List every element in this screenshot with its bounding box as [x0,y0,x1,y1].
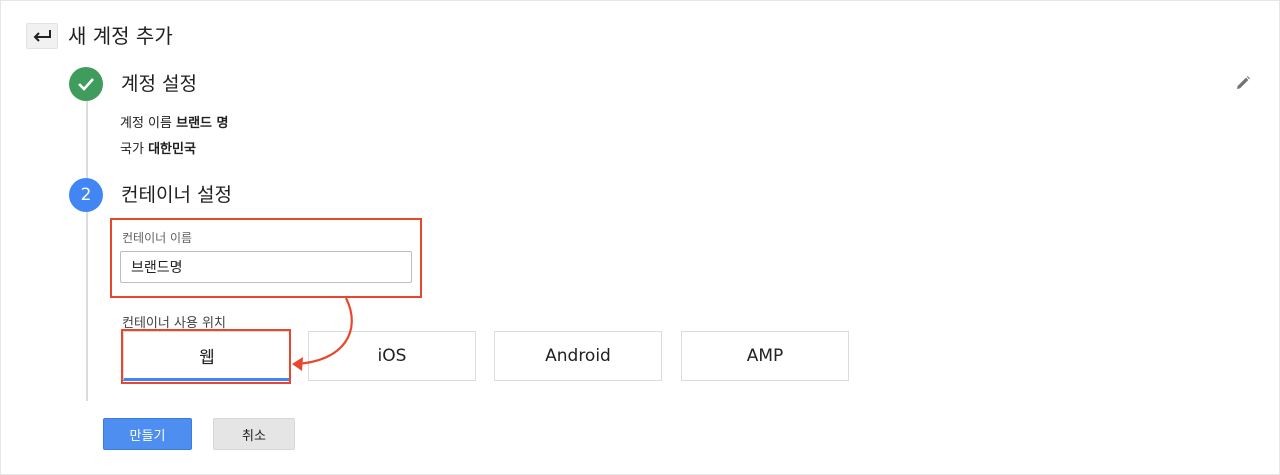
platform-android-button[interactable]: Android [494,331,662,381]
country-summary: 국가 대한민국 [120,141,196,159]
step1-complete-badge [69,67,103,101]
stepper-line [86,101,88,401]
edit-step1-button[interactable] [1232,72,1254,94]
account-name-value: 브랜드 명 [176,116,229,131]
pencil-icon [1235,75,1251,91]
platform-amp-button[interactable]: AMP [681,331,849,381]
back-button[interactable] [26,23,58,49]
container-usage-label: 컨테이너 사용 위치 [122,316,226,331]
container-name-label: 컨테이너 이름 [122,231,193,245]
step1-title: 계정 설정 [121,73,197,95]
check-icon [77,77,95,91]
platform-ios-button[interactable]: iOS [308,331,476,381]
platform-web-button[interactable]: 웹 [123,331,291,381]
cancel-button[interactable]: 취소 [213,418,295,450]
container-name-input[interactable] [120,251,412,283]
back-arrow-icon [32,29,52,43]
page-title: 새 계정 추가 [68,24,173,48]
country-label: 국가 [120,142,144,157]
account-name-summary: 계정 이름 브랜드 명 [120,115,229,133]
create-button[interactable]: 만들기 [103,418,192,450]
step2-title: 컨테이너 설정 [121,184,232,206]
account-name-label: 계정 이름 [120,116,172,131]
step2-number-badge: 2 [69,178,103,212]
country-value: 대한민국 [148,142,196,157]
